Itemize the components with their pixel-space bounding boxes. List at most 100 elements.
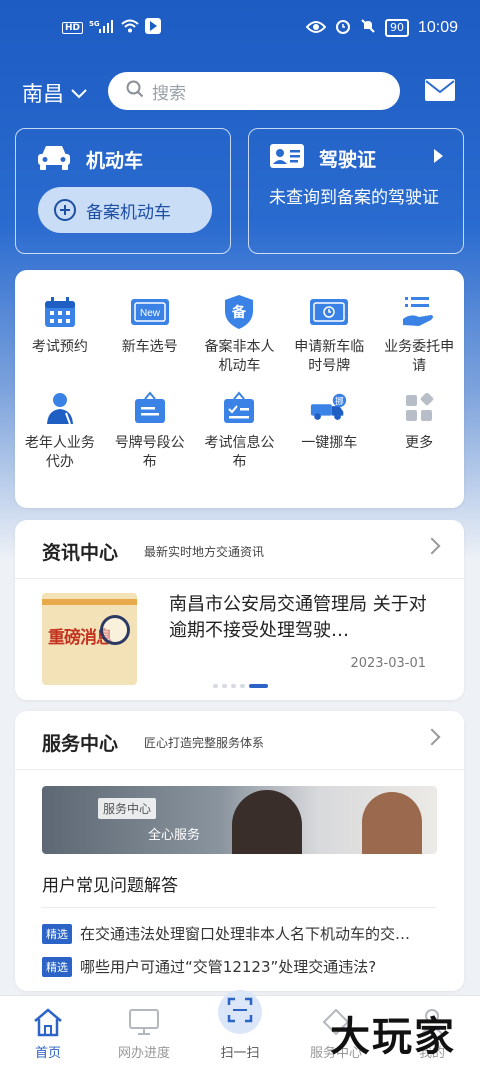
license-card[interactable]: 驾驶证 未查询到备案的驾驶证	[248, 128, 464, 254]
grid-item-delegate[interactable]: 业务委托申请	[374, 292, 464, 376]
register-vehicle-button[interactable]: 备案机动车	[38, 187, 212, 233]
hd-icon: HD	[62, 21, 84, 34]
shield-bei-icon: 备	[219, 292, 259, 332]
news-thumbnail[interactable]: 重磅消息	[42, 593, 137, 685]
grid-label: 业务委托申请	[384, 339, 455, 374]
agent-photo-2	[362, 792, 422, 854]
register-vehicle-label: 备案机动车	[86, 202, 171, 223]
wifi-icon	[121, 19, 139, 36]
grid-item-exam-booking[interactable]: 考试预约	[15, 292, 105, 376]
featured-tag: 精选	[42, 956, 72, 977]
city-name: 南昌	[22, 82, 64, 106]
grid-item-register-other-vehicle[interactable]: 备 备案非本人机动车	[195, 292, 285, 376]
service-banner[interactable]: 服务中心 全心服务	[42, 786, 437, 854]
exam-info-icon	[219, 388, 259, 428]
grid-label: 备案非本人机动车	[204, 339, 275, 374]
svg-text:备: 备	[231, 304, 247, 321]
svg-text:5G: 5G	[89, 20, 100, 28]
carousel-dot[interactable]	[240, 684, 245, 688]
mute-icon	[360, 18, 376, 38]
featured-tag: 精选	[42, 923, 72, 944]
plus-circle-icon	[54, 199, 76, 221]
news-header[interactable]: 资讯中心 最新实时地方交通资讯	[15, 520, 464, 579]
grid-label: 更多	[405, 435, 434, 451]
battery-indicator: 90	[384, 19, 409, 37]
scan-button[interactable]	[218, 990, 262, 1034]
faq-item-text: 哪些用户可通过“交管12123”处理交通违法?	[80, 958, 377, 976]
agent-photo	[232, 790, 302, 854]
grid-label: 号牌号段公布	[114, 435, 185, 470]
city-selector[interactable]: 南昌	[22, 78, 88, 108]
car-icon	[36, 143, 72, 176]
grid-label: 申请新车临时号牌	[294, 339, 365, 374]
grid-item-move-car[interactable]: 挪 一键挪车	[284, 388, 374, 472]
quick-services-grid: 考试预约 New 新车选号 备 备案非本人机动车 申请新车临时号牌 业务委托申请	[15, 292, 464, 472]
magnifier-icon	[100, 615, 130, 645]
faq-item[interactable]: 精选 在交通违法处理窗口处理非本人名下机动车的交…	[42, 923, 437, 944]
grid-item-exam-info[interactable]: 考试信息公布	[195, 388, 285, 472]
carousel-dot-active[interactable]	[249, 684, 268, 688]
temp-plate-icon	[309, 292, 349, 332]
thumb-stripe	[42, 599, 137, 605]
service-header[interactable]: 服务中心 匠心打造完整服务体系	[15, 711, 464, 770]
chevron-down-icon	[70, 81, 88, 105]
faq-title[interactable]: 用户常见问题解答	[42, 871, 178, 896]
carousel-dot[interactable]	[213, 684, 218, 688]
svg-text:挪: 挪	[335, 395, 344, 407]
nav-label: 网办进度	[117, 1046, 170, 1061]
faq-item-text: 在交通违法处理窗口处理非本人名下机动车的交…	[80, 925, 411, 943]
new-plate-icon: New	[130, 292, 170, 332]
eye-icon	[305, 19, 327, 38]
nav-progress[interactable]: 网办进度	[96, 1006, 192, 1061]
grid-item-plate-range[interactable]: 号牌号段公布	[105, 388, 195, 472]
clock: 10:09	[417, 19, 458, 36]
news-title: 资讯中心	[42, 542, 119, 564]
search-icon	[126, 80, 144, 103]
id-card-icon	[269, 143, 305, 174]
search-placeholder: 搜索	[152, 83, 186, 104]
chevron-right-icon	[423, 537, 441, 555]
chevron-right-icon	[423, 728, 441, 746]
news-center-panel: 资讯中心 最新实时地方交通资讯 重磅消息 南昌市公安局交通管理局 关于对逾期不接…	[15, 520, 464, 700]
grid-item-temp-plate[interactable]: 申请新车临时号牌	[284, 292, 374, 376]
plate-range-icon	[130, 388, 170, 428]
service-center-panel: 服务中心 匠心打造完整服务体系 服务中心 全心服务 用户常见问题解答 精选 在交…	[15, 711, 464, 991]
divider	[42, 907, 437, 908]
mail-icon[interactable]	[424, 78, 456, 106]
watermark-logo: 大玩家	[330, 1013, 456, 1060]
service-subtitle: 匠心打造完整服务体系	[144, 736, 265, 750]
search-input[interactable]: 搜索	[108, 72, 400, 110]
license-message: 未查询到备案的驾驶证	[269, 188, 439, 208]
grid-label: 考试信息公布	[204, 435, 275, 470]
banner-badge: 服务中心	[98, 798, 157, 819]
quick-services-panel: 考试预约 New 新车选号 备 备案非本人机动车 申请新车临时号牌 业务委托申请	[15, 270, 464, 508]
grid-label: 一键挪车	[301, 435, 358, 451]
vehicle-card-title: 机动车	[86, 150, 144, 172]
grid-item-elderly-service[interactable]: 老年人业务代办	[15, 388, 105, 472]
status-bar: HD 5G 90 10:09	[0, 0, 480, 58]
news-item-title[interactable]: 南昌市公安局交通管理局 关于对逾期不接受处理驾驶…	[169, 592, 429, 644]
carousel-dot[interactable]	[231, 684, 236, 688]
news-item-date: 2023-03-01	[350, 656, 426, 671]
faq-item[interactable]: 精选 哪些用户可通过“交管12123”处理交通违法?	[42, 956, 437, 977]
move-car-icon: 挪	[309, 388, 349, 428]
elderly-icon	[40, 388, 80, 428]
license-card-title: 驾驶证	[319, 149, 377, 171]
delegate-icon	[399, 292, 439, 332]
monitor-icon	[128, 1006, 160, 1038]
chevron-right-icon	[434, 149, 443, 163]
grid-item-new-plate[interactable]: New 新车选号	[105, 292, 195, 376]
grid-item-more[interactable]: 更多	[374, 388, 464, 472]
calendar-icon	[40, 292, 80, 332]
alarm-icon	[335, 18, 351, 38]
carousel-dot[interactable]	[222, 684, 227, 688]
nav-home[interactable]: 首页	[0, 1006, 96, 1061]
carousel-dots	[213, 684, 268, 688]
grid-label: 老年人业务代办	[24, 435, 95, 470]
news-subtitle: 最新实时地方交通资讯	[144, 545, 265, 559]
nav-label: 扫一扫	[220, 1046, 260, 1061]
nav-label: 首页	[34, 1046, 61, 1061]
svg-text:New: New	[140, 308, 161, 319]
grid-label: 新车选号	[121, 339, 178, 355]
vehicle-card[interactable]: 机动车 备案机动车	[15, 128, 231, 254]
